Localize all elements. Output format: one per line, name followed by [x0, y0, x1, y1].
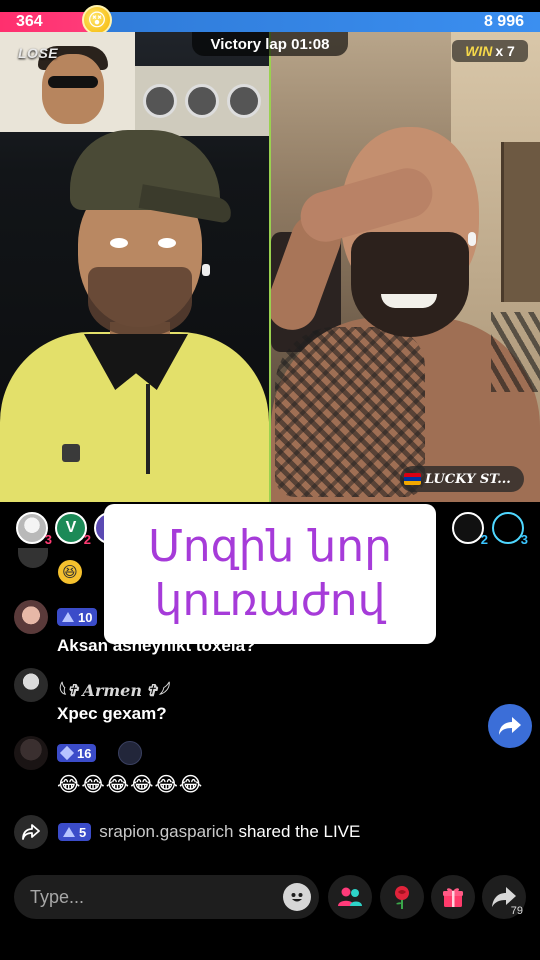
level-triangle-icon	[63, 827, 75, 837]
gift-icon	[443, 888, 463, 907]
gift-button[interactable]	[431, 875, 475, 919]
rose-icon	[395, 886, 409, 909]
level-badge: 10	[57, 608, 98, 627]
win-label: WIN	[465, 43, 493, 59]
level-badge: 16	[57, 744, 97, 763]
armenia-flag-icon	[404, 473, 421, 485]
emoji-button[interactable]	[283, 883, 311, 911]
fan-club-icon	[118, 741, 142, 765]
smiley-icon	[291, 893, 303, 902]
win-count: x 7	[495, 43, 515, 59]
share-count: 79	[510, 905, 523, 917]
caption-line-1: Մոզին նոր	[147, 521, 393, 572]
level-triangle-icon	[62, 612, 74, 622]
right-host-video[interactable]	[271, 32, 540, 502]
comment-box[interactable]	[14, 875, 319, 919]
confused-emoji-icon: 😵	[82, 5, 112, 35]
battle-score-bar: 364 8 996	[0, 12, 540, 32]
chat-avatar[interactable]	[14, 736, 48, 770]
level-diamond-icon	[59, 745, 75, 761]
level-badge: 5	[58, 823, 92, 841]
viewer-avatar[interactable]: 3	[492, 512, 528, 547]
people-icon	[338, 887, 362, 906]
forward-button[interactable]: 79	[482, 875, 526, 919]
chat-avatar[interactable]	[18, 548, 48, 568]
chat-avatar[interactable]	[14, 668, 48, 702]
viewer-avatar[interactable]: 3	[16, 512, 52, 547]
share-button[interactable]	[488, 704, 532, 748]
chat-text: 😂😂😂😂😂😂	[57, 774, 204, 796]
right-score: 8 996	[97, 12, 540, 32]
viewer-avatar[interactable]: 2	[452, 512, 488, 547]
guests-button[interactable]	[328, 875, 372, 919]
comment-input[interactable]	[30, 886, 270, 908]
share-username[interactable]: srapion.gasparich	[99, 822, 233, 842]
battle-timer: Victory lap 01:08	[192, 32, 348, 56]
share-arrow-icon	[499, 717, 521, 735]
grin-emoji-icon: 😆	[58, 560, 82, 584]
share-notice: 5 srapion.gasparich shared the LIVE	[14, 815, 360, 849]
rose-gift-button[interactable]	[380, 875, 424, 919]
chat-avatar[interactable]	[14, 600, 48, 634]
chat-text: Xpec gexam?	[57, 704, 167, 723]
viewer-avatar[interactable]: V2	[55, 512, 91, 547]
host-tag-text: LUCKY ST...	[425, 471, 511, 487]
win-streak-badge[interactable]: WIN x 7	[452, 40, 528, 62]
wall-poster-secondary	[135, 66, 269, 136]
left-host-video[interactable]	[0, 32, 269, 502]
host-tag[interactable]: LUCKY ST...	[400, 466, 524, 492]
lose-label: LOSE	[18, 45, 59, 61]
caption-line-2: կուռաժով	[154, 575, 386, 626]
share-text: shared the LIVE	[238, 822, 361, 841]
share-arrow-icon	[14, 815, 48, 849]
chat-username[interactable]: 𓆩✞ Armen ✞𓆪	[57, 676, 167, 702]
caption-overlay: Մոզին նոր կուռաժով	[104, 504, 436, 644]
